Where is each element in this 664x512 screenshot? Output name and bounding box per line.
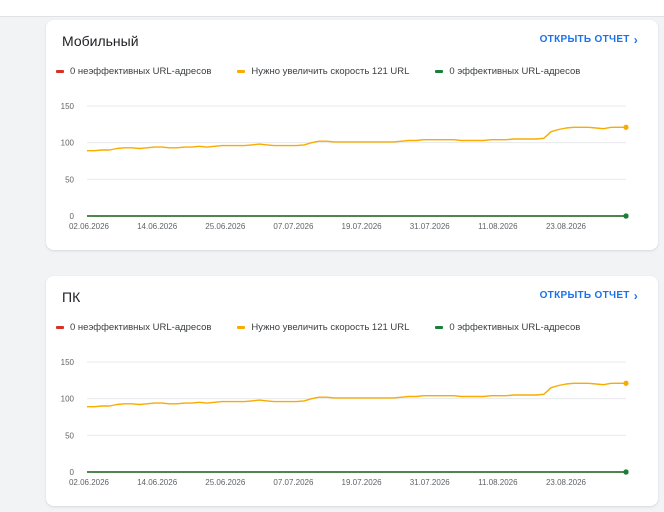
y-tick-label: 150 — [61, 358, 75, 367]
y-tick-label: 100 — [61, 139, 75, 148]
line-chart: 0 50 100 150 02.06.2026 14.06.2026 25.06.2026 0… — [61, 358, 629, 487]
x-tick-label: 31.07.2026 — [410, 222, 451, 231]
y-tick-label: 0 — [70, 468, 75, 477]
x-tick-label: 23.08.2026 — [546, 222, 587, 231]
y-tick-label: 100 — [61, 395, 75, 404]
x-tick-label: 07.07.2026 — [273, 222, 314, 231]
x-tick-label: 02.06.2026 — [69, 478, 110, 487]
x-tick-label: 02.06.2026 — [69, 222, 110, 231]
y-tick-label: 50 — [65, 431, 74, 440]
x-tick-label: 25.06.2026 — [205, 222, 246, 231]
x-tick-label: 14.06.2026 — [137, 478, 178, 487]
series-endpoint-green — [623, 213, 629, 219]
x-tick-label: 11.08.2026 — [478, 222, 518, 231]
series-line-orange — [87, 126, 626, 152]
x-tick-label: 11.08.2026 — [478, 478, 518, 487]
series-endpoint-orange — [623, 380, 629, 386]
line-chart: 0 50 100 150 02.06.2026 14.06.2026 25.06.2026 0… — [61, 102, 629, 231]
card-desktop: ПК ОТКРЫТЬ ОТЧЕТ › 0 неэффективных URL-а… — [46, 276, 658, 506]
x-tick-label: 23.08.2026 — [546, 478, 587, 487]
x-tick-label: 07.07.2026 — [273, 478, 314, 487]
y-tick-label: 150 — [61, 102, 75, 111]
card-mobile: Мобильный ОТКРЫТЬ ОТЧЕТ › 0 неэффективны… — [46, 20, 658, 250]
y-tick-label: 50 — [65, 175, 74, 184]
x-tick-label: 31.07.2026 — [410, 478, 451, 487]
y-tick-label: 0 — [70, 212, 75, 221]
top-bar — [0, 0, 664, 17]
x-tick-label: 14.06.2026 — [137, 222, 178, 231]
series-endpoint-green — [623, 469, 629, 475]
series-endpoint-orange — [623, 124, 629, 130]
x-tick-label: 25.06.2026 — [205, 478, 246, 487]
series-line-orange — [87, 382, 626, 408]
x-tick-label: 19.07.2026 — [342, 478, 383, 487]
x-tick-label: 19.07.2026 — [342, 222, 383, 231]
